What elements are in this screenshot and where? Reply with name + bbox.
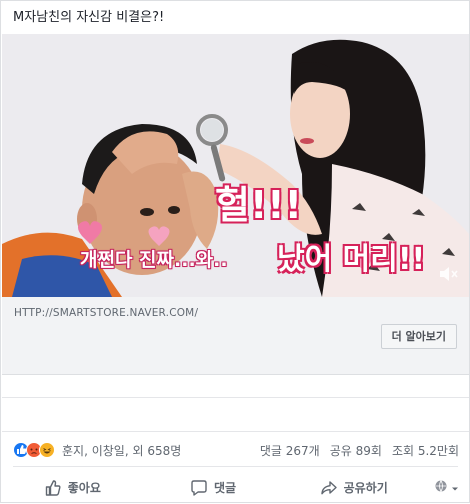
learn-more-button[interactable]: 더 알아보기	[380, 324, 457, 349]
share-label: 공유하기	[343, 481, 388, 495]
comment-count[interactable]: 댓글 267개	[260, 442, 320, 459]
caption-main: 개쩐다 진짜...와..	[80, 249, 228, 271]
speaker-mute-icon[interactable]	[437, 263, 459, 285]
divider	[2, 397, 469, 398]
caption-exclaim: 헐!!!	[215, 183, 302, 227]
divider	[2, 431, 469, 432]
comment-button[interactable]: 댓글	[143, 473, 284, 503]
feed-post-card: M자남친의 자신감 비결은?! 헐!!! 개쩐다 진짜...와.. 났어 머리!…	[0, 0, 470, 503]
video-player[interactable]: 헐!!! 개쩐다 진짜...와.. 났어 머리!!	[2, 34, 469, 297]
haha-icon	[39, 442, 55, 458]
view-count: 조회 5.2만회	[391, 444, 459, 458]
chevron-down-icon	[451, 478, 459, 497]
link-preview[interactable]: HTTP://SMARTSTORE.NAVER.COM/ 더 알아보기	[2, 297, 469, 375]
audience-menu-button[interactable]	[434, 478, 459, 497]
like-label: 좋아요	[67, 481, 101, 495]
link-url[interactable]: HTTP://SMARTSTORE.NAVER.COM/	[14, 307, 198, 319]
action-bar: 좋아요 댓글 공유하기	[2, 471, 469, 504]
globe-icon	[434, 478, 448, 497]
engagement-stats: 훈지, 이창일, 외 658명 댓글 267개 공유 89회 조회 5.2만회	[13, 441, 459, 459]
like-button[interactable]: 좋아요	[2, 473, 143, 503]
reaction-names[interactable]: 훈지, 이창일, 외 658명	[62, 442, 181, 459]
divider	[13, 466, 458, 467]
share-arrow-icon	[320, 479, 338, 497]
post-text: M자남친의 자신감 비결은?!	[13, 10, 165, 25]
post-counts: 댓글 267개 공유 89회 조회 5.2만회	[260, 442, 459, 459]
share-count[interactable]: 공유 89회	[330, 442, 382, 459]
comment-label: 댓글	[213, 481, 237, 495]
caption-hair: 났어 머리!!	[277, 242, 426, 277]
thumbs-up-icon	[44, 479, 62, 497]
comment-bubble-icon	[190, 479, 208, 497]
reaction-icons[interactable]	[13, 442, 55, 458]
share-button[interactable]: 공유하기	[283, 473, 424, 503]
